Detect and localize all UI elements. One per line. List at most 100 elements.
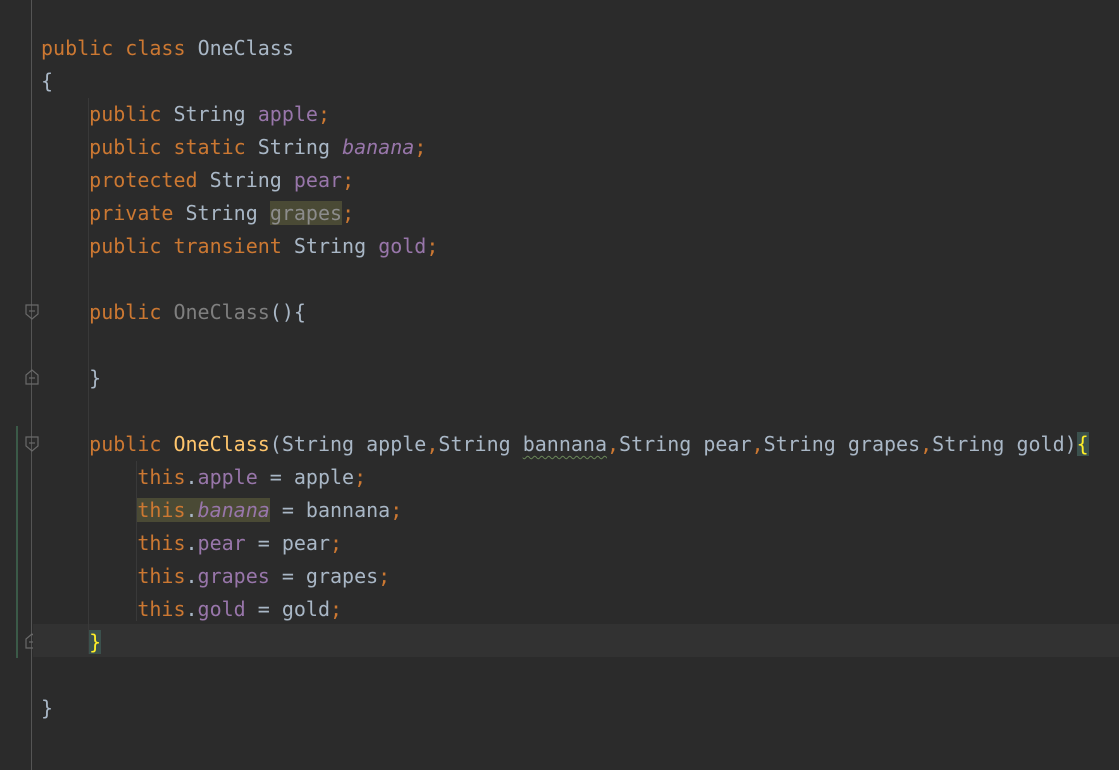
keyword-this[interactable]: this xyxy=(137,465,185,489)
param-type[interactable]: String xyxy=(932,432,1004,456)
keyword-private[interactable]: private xyxy=(89,201,173,225)
class-open-brace[interactable]: { xyxy=(41,69,53,93)
constructor-signature-rest[interactable]: (){ xyxy=(270,300,306,324)
semicolon: ; xyxy=(414,135,427,159)
type-string[interactable]: String xyxy=(258,135,330,159)
field-grapes-unused[interactable]: grapes xyxy=(269,201,343,225)
field-apple[interactable]: apple xyxy=(198,465,258,489)
code-line-assign-apple[interactable]: this.apple = apple; xyxy=(41,461,1089,494)
semicolon: ; xyxy=(342,201,355,225)
highlighted-usage[interactable]: this.banana xyxy=(137,498,270,522)
keyword-this[interactable]: this xyxy=(137,531,185,555)
code-line-field-banana[interactable]: public static String banana; xyxy=(41,131,1089,164)
field-grapes[interactable]: grapes xyxy=(198,564,270,588)
keyword-public[interactable]: public xyxy=(41,36,113,60)
value-gold[interactable]: gold xyxy=(282,597,330,621)
field-banana[interactable]: banana xyxy=(342,135,414,159)
comma: , xyxy=(607,432,620,456)
matched-close-brace[interactable]: } xyxy=(89,630,102,654)
code-line-full-constructor[interactable]: public OneClass(String apple,String bann… xyxy=(41,428,1089,461)
close-paren: ) xyxy=(1064,432,1077,456)
comma: , xyxy=(426,432,439,456)
value-grapes[interactable]: grapes xyxy=(306,564,378,588)
param-type[interactable]: String xyxy=(764,432,836,456)
constructor-name-unused[interactable]: OneClass xyxy=(173,300,269,324)
type-string[interactable]: String xyxy=(210,168,282,192)
comma: , xyxy=(920,432,933,456)
code-line-field-gold[interactable]: public transient String gold; xyxy=(41,230,1089,263)
comma: , xyxy=(751,432,764,456)
code-line-class-declaration[interactable]: public class OneClass xyxy=(41,32,1089,65)
semicolon: ; xyxy=(342,168,355,192)
dot: . xyxy=(185,597,198,621)
keyword-public[interactable]: public xyxy=(89,432,161,456)
fold-start-icon[interactable] xyxy=(25,304,39,320)
code-line-field-grapes[interactable]: private String grapes; xyxy=(41,197,1089,230)
semicolon: ; xyxy=(354,465,367,489)
constructor-name[interactable]: OneClass xyxy=(173,432,269,456)
field-apple[interactable]: apple xyxy=(258,102,318,126)
code-line-close-brace[interactable]: } xyxy=(41,362,1089,395)
code-line-open-brace[interactable]: { xyxy=(41,65,1089,98)
semicolon: ; xyxy=(330,597,343,621)
type-string[interactable]: String xyxy=(186,201,258,225)
field-pear[interactable]: pear xyxy=(294,168,342,192)
class-name[interactable]: OneClass xyxy=(198,36,294,60)
semicolon: ; xyxy=(378,564,391,588)
code-line-assign-gold[interactable]: this.gold = gold; xyxy=(41,593,1089,626)
keyword-public[interactable]: public xyxy=(89,135,161,159)
value-bannana[interactable]: bannana xyxy=(306,498,390,522)
code-line-empty[interactable] xyxy=(41,329,1089,362)
keyword-this[interactable]: this xyxy=(137,498,185,522)
fold-end-icon[interactable] xyxy=(25,369,39,385)
code-text[interactable]: public class OneClass { public String ap… xyxy=(41,32,1089,725)
keyword-public[interactable]: public xyxy=(89,300,161,324)
param-pear[interactable]: pear xyxy=(703,432,751,456)
field-banana[interactable]: banana xyxy=(198,498,270,522)
type-string[interactable]: String xyxy=(173,102,245,126)
assign-operator: = xyxy=(245,597,282,621)
code-line-assign-grapes[interactable]: this.grapes = grapes; xyxy=(41,560,1089,593)
semicolon: ; xyxy=(317,102,331,126)
code-line-field-apple[interactable]: public String apple; xyxy=(41,98,1089,131)
param-type[interactable]: String xyxy=(282,432,354,456)
keyword-transient[interactable]: transient xyxy=(173,234,281,258)
keyword-static[interactable]: static xyxy=(173,135,245,159)
open-paren: ( xyxy=(269,432,282,456)
code-line-empty[interactable] xyxy=(41,395,1089,428)
keyword-public[interactable]: public xyxy=(89,102,161,126)
keyword-this[interactable]: this xyxy=(137,564,185,588)
code-line-default-constructor[interactable]: public OneClass(){ xyxy=(41,296,1089,329)
class-close-brace[interactable]: } xyxy=(41,696,53,720)
param-grapes[interactable]: grapes xyxy=(848,432,920,456)
code-line-close-brace[interactable]: } xyxy=(41,626,1089,659)
semicolon: ; xyxy=(426,234,439,258)
type-string[interactable]: String xyxy=(294,234,366,258)
code-line-field-pear[interactable]: protected String pear; xyxy=(41,164,1089,197)
code-line-class-close-brace[interactable]: } xyxy=(41,692,1089,725)
param-type[interactable]: String xyxy=(619,432,691,456)
code-line-assign-pear[interactable]: this.pear = pear; xyxy=(41,527,1089,560)
param-type[interactable]: String xyxy=(438,432,510,456)
semicolon: ; xyxy=(390,498,403,522)
keyword-protected[interactable]: protected xyxy=(89,168,197,192)
param-apple[interactable]: apple xyxy=(366,432,426,456)
code-line-assign-banana[interactable]: this.banana = bannana; xyxy=(41,494,1089,527)
matched-open-brace[interactable]: { xyxy=(1076,432,1089,456)
fold-start-icon[interactable] xyxy=(25,436,39,452)
field-gold[interactable]: gold xyxy=(198,597,246,621)
code-line-empty[interactable] xyxy=(41,659,1089,692)
constructor-close-brace[interactable]: } xyxy=(89,366,101,390)
value-pear[interactable]: pear xyxy=(282,531,330,555)
keyword-this[interactable]: this xyxy=(137,597,185,621)
keyword-class[interactable]: class xyxy=(125,36,185,60)
code-line-empty[interactable] xyxy=(41,263,1089,296)
value-apple[interactable]: apple xyxy=(294,465,354,489)
field-pear[interactable]: pear xyxy=(198,531,246,555)
field-gold[interactable]: gold xyxy=(378,234,426,258)
keyword-public[interactable]: public xyxy=(89,234,161,258)
param-gold[interactable]: gold xyxy=(1016,432,1064,456)
vcs-change-marker[interactable] xyxy=(16,426,18,658)
param-bannana-typo[interactable]: bannana xyxy=(523,432,607,456)
code-editor[interactable]: public class OneClass { public String ap… xyxy=(0,0,1119,770)
